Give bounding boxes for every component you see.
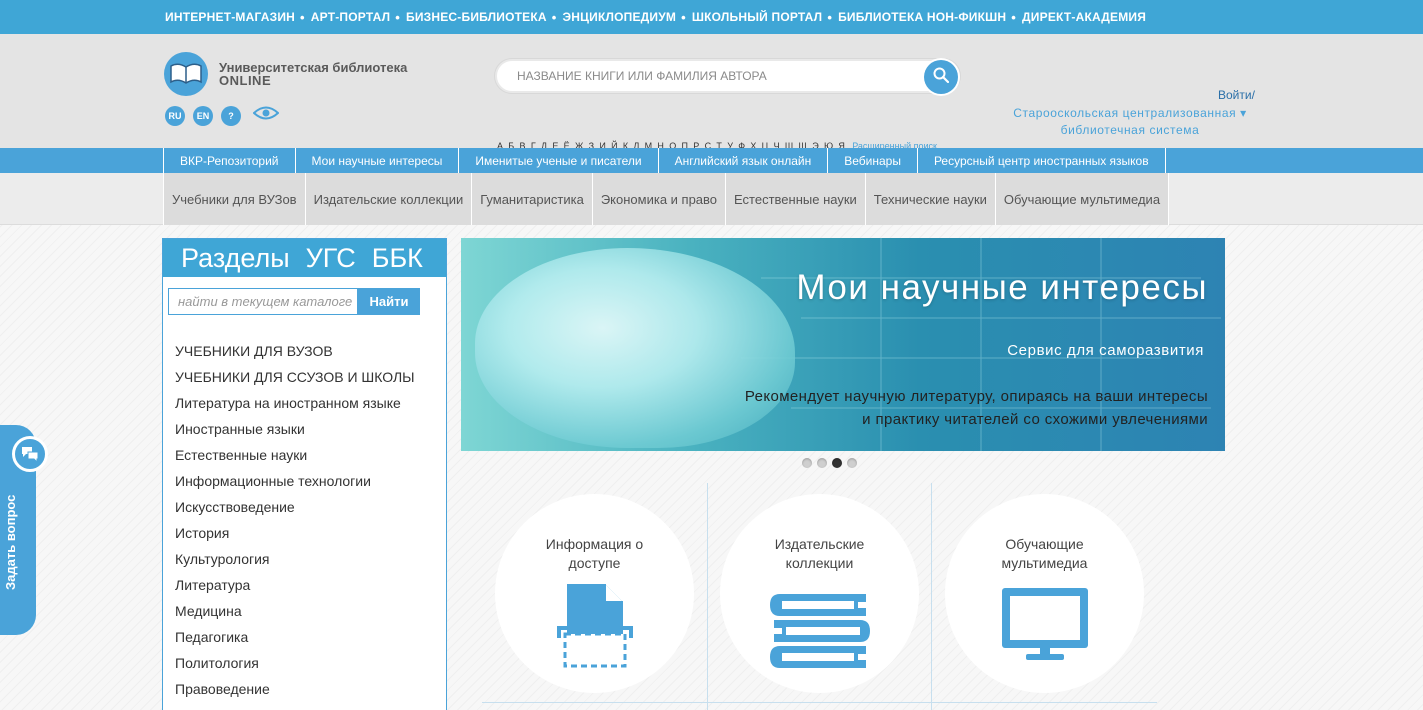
banner-desc-line: и практику читателей со схожими увлечени… [862,411,1208,428]
nav-item-interests[interactable]: Мои научные интересы [294,148,459,173]
site-logo[interactable]: Университетская библиотека ONLINE [164,52,407,96]
portal-link[interactable]: ШКОЛЬНЫЙ ПОРТАЛ [676,10,822,25]
nav-item-english[interactable]: Английский язык онлайн [657,148,828,173]
lang-ru-button[interactable]: RU [165,105,185,126]
sections-sidebar: Разделы УГС ББК Найти УЧЕБНИКИ ДЛЯ ВУЗОВ… [162,238,447,710]
banner-subtitle: Сервис для саморазвития [1007,342,1204,359]
section-item[interactable]: Культурология [175,546,415,572]
nav-item-scientists[interactable]: Именитые ученые и писатели [458,148,657,173]
nav-item-languages-center[interactable]: Ресурсный центр иностранных языков [916,148,1166,173]
tab-ugs[interactable]: УГС [306,243,356,274]
library-selector[interactable]: Старооскольская централизованная ▾ библи… [1000,105,1260,139]
portal-link[interactable]: ДИРЕКТ-АКАДЕМИЯ [1006,10,1146,25]
slider-dots [802,458,862,468]
login-link[interactable]: Войти/ [1218,88,1255,102]
ask-question-label[interactable]: Задать вопрос [3,480,18,590]
catalog-nav: Учебники для ВУЗов Издательские коллекци… [0,173,1423,225]
open-book-icon [164,52,208,96]
lang-en-button[interactable]: EN [193,105,213,126]
portal-link[interactable]: ЭНЦИКЛОПЕДИУМ [547,10,676,25]
catalog-search-button[interactable]: Найти [358,288,420,315]
nav-item-webinars[interactable]: Вебинары [827,148,917,173]
library-name-line2: библиотечная система [1060,123,1200,137]
primary-nav: ВКР-Репозиторий Мои научные интересы Име… [0,148,1423,173]
feature-label: Издательские коллекции [774,536,865,571]
section-item[interactable]: Литература [175,572,415,598]
portal-link[interactable]: БИЗНЕС-БИБЛИОТЕКА [390,10,547,25]
section-item[interactable]: Естественные науки [175,442,415,468]
feature-access-info[interactable]: Информация о доступе [495,494,694,693]
section-item[interactable]: Литература на иностранном языке [175,390,415,416]
section-list: УЧЕБНИКИ ДЛЯ ВУЗОВ УЧЕБНИКИ ДЛЯ ССУЗОВ И… [175,338,415,702]
slider-dot[interactable] [847,458,857,468]
slider-dot[interactable] [802,458,812,468]
document-scan-icon [556,584,633,668]
tab-sections[interactable]: Разделы [181,243,290,274]
portal-link[interactable]: ИНТЕРНЕТ-МАГАЗИН [165,10,295,25]
search-icon [933,67,950,88]
library-name-line1: Старооскольская централизованная ▾ [1013,106,1247,120]
catalog-tab[interactable]: Гуманитаристика [471,173,592,225]
language-switcher: RU EN ? [165,105,280,126]
slider-dot[interactable] [817,458,827,468]
promo-banner[interactable]: Мои научные интересы Сервис для саморазв… [461,238,1225,451]
portal-bar: ИНТЕРНЕТ-МАГАЗИН АРТ-ПОРТАЛ БИЗНЕС-БИБЛИ… [0,0,1423,34]
help-button[interactable]: ? [221,105,241,126]
banner-description: Рекомендует научную литературу, опираясь… [745,385,1208,431]
site-header: Университетская библиотека ONLINE RU EN … [0,34,1423,151]
search-input[interactable] [517,69,917,83]
divider [707,483,708,710]
catalog-tab[interactable]: Естественные науки [725,173,865,225]
portal-link[interactable]: БИБЛИОТЕКА НОН-ФИКШН [822,10,1006,25]
catalog-tab[interactable]: Обучающие мультимедиа [994,173,1170,225]
section-item[interactable]: Иностранные языки [175,416,415,442]
section-item[interactable]: УЧЕБНИКИ ДЛЯ ВУЗОВ [175,338,415,364]
section-item[interactable]: Правоведение [175,676,415,702]
feature-label: Информация о доступе [545,536,644,571]
portal-links: ИНТЕРНЕТ-МАГАЗИН АРТ-ПОРТАЛ БИЗНЕС-БИБЛИ… [165,10,1146,25]
portal-link[interactable]: АРТ-ПОРТАЛ [295,10,390,25]
book-search [495,59,960,94]
section-item[interactable]: История [175,520,415,546]
feature-multimedia[interactable]: Обучающие мультимедиа [945,494,1144,693]
catalog-search: Найти [168,288,420,315]
catalog-tab[interactable]: Учебники для ВУЗов [163,173,305,225]
books-stack-icon [769,594,870,668]
section-item[interactable]: Политология [175,650,415,676]
slider-dot-active[interactable] [832,458,842,468]
chat-bubbles-icon[interactable] [12,436,48,472]
feature-publisher-collections[interactable]: Издательские коллекции [720,494,919,693]
eye-icon[interactable] [252,105,280,126]
section-item[interactable]: Медицина [175,598,415,624]
section-item[interactable]: Искусствоведение [175,494,415,520]
banner-desc-line: Рекомендует научную литературу, опираясь… [744,388,1208,405]
logo-subtitle: ONLINE [219,73,272,88]
section-item[interactable]: УЧЕБНИКИ ДЛЯ ССУЗОВ И ШКОЛЫ [175,364,415,390]
monitor-icon [1001,588,1088,660]
search-button[interactable] [924,60,958,94]
nav-item-vkr[interactable]: ВКР-Репозиторий [163,148,295,173]
section-item[interactable]: Информационные технологии [175,468,415,494]
catalog-search-input[interactable] [168,288,358,315]
catalog-tab[interactable]: Издательские коллекции [304,173,472,225]
feature-label: Обучающие мультимедиа [1001,536,1088,571]
divider [482,702,1157,703]
section-item[interactable]: Педагогика [175,624,415,650]
sidebar-tabs: Разделы УГС ББК [163,239,446,277]
banner-title: Мои научные интересы [796,268,1208,307]
catalog-tab[interactable]: Технические науки [864,173,995,225]
tab-bbk[interactable]: ББК [372,243,423,274]
catalog-tab[interactable]: Экономика и право [591,173,726,225]
divider [931,483,932,710]
